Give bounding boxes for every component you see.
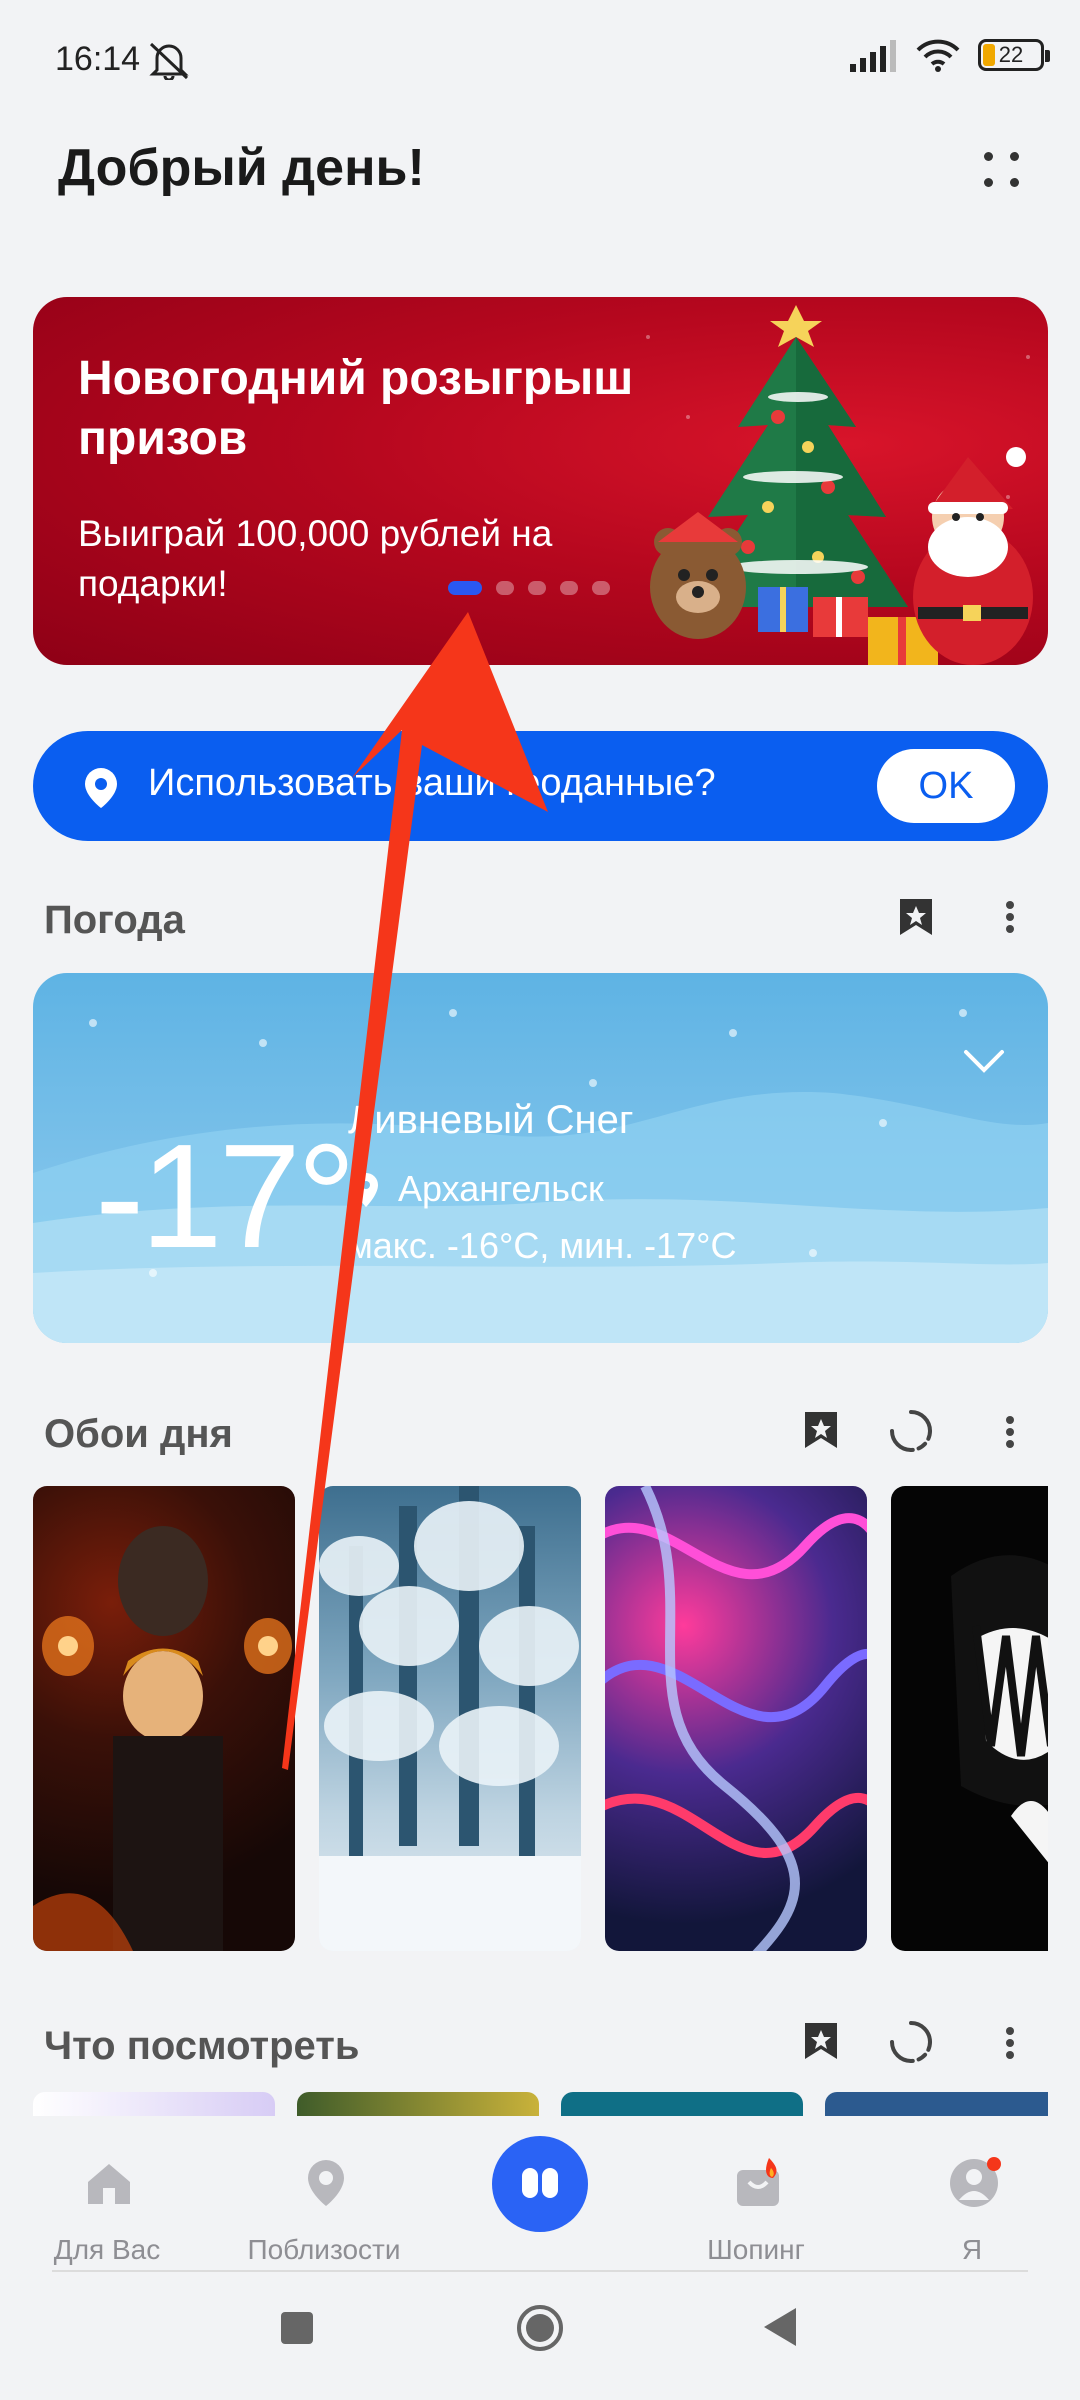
weather-range: макс. -16°C, мин. -17°C bbox=[348, 1225, 737, 1266]
weather-section-title: Погода bbox=[44, 898, 185, 942]
chevron-down-icon[interactable] bbox=[962, 1048, 1006, 1076]
divider bbox=[52, 2270, 1028, 2272]
promo-title: Новогодний розыгрыш призов bbox=[78, 352, 634, 465]
wallpaper-dark-anime[interactable] bbox=[33, 1486, 295, 1951]
more-vertical-icon[interactable] bbox=[990, 897, 1030, 937]
wifi-icon bbox=[916, 39, 960, 72]
watch-card[interactable] bbox=[297, 2092, 539, 2116]
weather-condition: Ливневый Снег bbox=[348, 1098, 634, 1142]
nav-item-shopping[interactable]: Шопинг bbox=[656, 2136, 856, 2265]
bookmark-icon[interactable] bbox=[801, 2021, 841, 2061]
wallpaper-neon-waves[interactable] bbox=[605, 1486, 867, 1951]
page-title: Добрый день! bbox=[58, 139, 425, 197]
carousel-dot bbox=[496, 581, 514, 595]
nav-item-profile[interactable]: Я bbox=[872, 2136, 1072, 2265]
promo-banner[interactable]: Новогодний розыгрыш призов Выиграй 100,0… bbox=[33, 297, 1048, 665]
location-icon bbox=[308, 2160, 344, 2206]
location-permission-banner: Использовать ваши геоданные? OK bbox=[33, 731, 1048, 841]
watch-card[interactable] bbox=[561, 2092, 803, 2116]
carousel-dot bbox=[528, 581, 546, 595]
shopping-bag-icon bbox=[737, 2158, 779, 2206]
refresh-icon[interactable] bbox=[888, 2019, 934, 2065]
watch-card[interactable] bbox=[825, 2092, 1048, 2116]
watch-carousel bbox=[33, 2092, 1048, 2116]
location-pin-icon bbox=[354, 1173, 378, 1207]
weather-card[interactable]: -17° Ливневый Снег Архангельск макс. -16… bbox=[33, 973, 1048, 1343]
back-icon[interactable] bbox=[762, 2306, 798, 2348]
bookmark-icon[interactable] bbox=[896, 897, 936, 937]
bookmark-icon[interactable] bbox=[801, 1410, 841, 1450]
wallpaper-monochrome-anime[interactable] bbox=[891, 1486, 1048, 1951]
assistant-icon bbox=[522, 2168, 538, 2198]
more-vertical-icon[interactable] bbox=[990, 1412, 1030, 1452]
battery-icon: 22 bbox=[978, 39, 1050, 71]
recent-apps-icon[interactable] bbox=[279, 2310, 315, 2346]
refresh-icon[interactable] bbox=[888, 1408, 934, 1454]
carousel-dot bbox=[592, 581, 610, 595]
carousel-dot bbox=[560, 581, 578, 595]
wallpaper-snowy-forest[interactable] bbox=[319, 1486, 581, 1951]
home-icon bbox=[88, 2164, 130, 2204]
carousel-dot-active bbox=[448, 581, 482, 595]
more-options-icon[interactable] bbox=[982, 150, 1022, 190]
nav-item-for-you[interactable]: Для Вас bbox=[7, 2136, 207, 2265]
assistant-icon bbox=[542, 2168, 558, 2198]
mute-bell-icon bbox=[149, 42, 189, 80]
nav-label: Для Вас bbox=[53, 2234, 161, 2265]
battery-level: 22 bbox=[998, 42, 1024, 67]
status-bar: 16:14 22 bbox=[0, 0, 1080, 120]
watch-card[interactable] bbox=[33, 2092, 275, 2116]
profile-icon bbox=[950, 2157, 1001, 2207]
weather-temperature: -17° bbox=[95, 1114, 356, 1279]
location-pin-icon bbox=[85, 768, 117, 808]
wallpapers-section-title: Обои дня bbox=[44, 1412, 233, 1456]
system-navigation bbox=[0, 2280, 1080, 2400]
weather-city: Архангельск bbox=[398, 1168, 604, 1209]
signal-icon bbox=[850, 40, 896, 72]
watch-section-title: Что посмотреть bbox=[44, 2024, 360, 2068]
more-vertical-icon[interactable] bbox=[990, 2023, 1030, 2063]
wallpaper-carousel bbox=[33, 1486, 1048, 1951]
location-prompt-text: Использовать ваши геоданные? bbox=[148, 762, 716, 804]
location-ok-button[interactable]: OK bbox=[877, 749, 1015, 823]
nav-item-nearby[interactable]: Поблизости bbox=[224, 2136, 424, 2265]
home-button-icon[interactable] bbox=[516, 2304, 564, 2352]
carousel-indicator bbox=[448, 581, 610, 595]
assistant-button[interactable] bbox=[492, 2136, 588, 2232]
nav-label: Шопинг bbox=[707, 2234, 805, 2265]
status-icons: 22 bbox=[850, 38, 1050, 72]
nav-label: Поблизости bbox=[247, 2234, 401, 2265]
nav-label: Я bbox=[961, 2234, 983, 2265]
status-time: 16:14 bbox=[55, 40, 141, 78]
